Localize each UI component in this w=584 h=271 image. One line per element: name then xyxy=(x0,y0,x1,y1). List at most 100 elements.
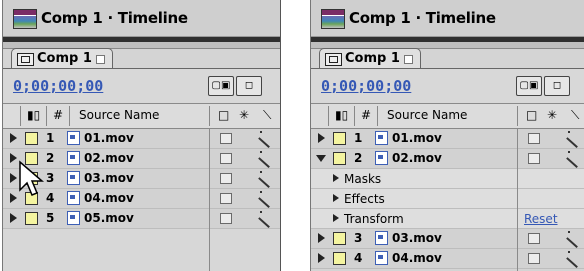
layer-name[interactable]: 02.mov xyxy=(392,151,442,165)
quality-switch-header-icon[interactable]: ⟍ xyxy=(571,108,579,123)
timeline-window-right: Comp 1 · Timeline Comp 1 0;00;00;00 ▢▣ ◻… xyxy=(310,0,584,271)
label-color-swatch[interactable] xyxy=(333,152,346,165)
comp-flowchart-icon[interactable]: ▢▣ xyxy=(208,76,234,96)
layer-number: 1 xyxy=(354,131,363,145)
time-bar: 0;00;00;00 ▢▣ ◻ xyxy=(311,69,584,104)
title-bar[interactable]: Comp 1 · Timeline xyxy=(3,0,280,37)
shy-switch-icon[interactable] xyxy=(220,173,232,184)
layer-row[interactable]: 4 04.mov xyxy=(311,249,584,269)
property-group-effects[interactable]: Effects xyxy=(311,189,584,209)
timeline-window-icon xyxy=(13,9,37,29)
layer-number: 2 xyxy=(354,151,363,165)
expand-triangle-icon[interactable] xyxy=(318,253,325,263)
movie-file-icon xyxy=(375,251,388,265)
shy-switch-header-icon[interactable]: □ xyxy=(218,108,229,122)
property-group-masks[interactable]: Masks xyxy=(311,169,584,189)
layer-name[interactable]: 03.mov xyxy=(392,231,442,245)
property-group-label: Transform xyxy=(344,212,404,226)
shy-switch-icon[interactable] xyxy=(528,233,540,244)
movie-file-icon xyxy=(67,191,80,205)
label-color-swatch[interactable] xyxy=(25,132,38,145)
label-color-swatch[interactable] xyxy=(25,212,38,225)
quality-switch-icon[interactable] xyxy=(567,231,579,245)
current-time-display[interactable]: 0;00;00;00 xyxy=(13,77,103,95)
shy-switch-icon[interactable] xyxy=(220,153,232,164)
layer-row[interactable]: 5 05.mov xyxy=(3,209,280,229)
movie-file-icon xyxy=(375,151,388,165)
shy-switch-icon[interactable] xyxy=(528,153,540,164)
layer-name[interactable]: 01.mov xyxy=(392,131,442,145)
layer-name[interactable]: 03.mov xyxy=(84,171,134,185)
quality-switch-icon[interactable] xyxy=(567,251,579,265)
collapse-switch-header-icon[interactable]: ✳ xyxy=(239,108,249,122)
expand-triangle-icon[interactable] xyxy=(333,214,339,222)
layer-name[interactable]: 02.mov xyxy=(84,151,134,165)
expand-triangle-icon[interactable] xyxy=(10,213,17,223)
collapse-switch-header-icon[interactable]: ✳ xyxy=(547,108,557,122)
layer-number: 4 xyxy=(354,251,363,265)
label-color-swatch[interactable] xyxy=(333,232,346,245)
shy-switch-icon[interactable] xyxy=(528,133,540,144)
column-divider xyxy=(209,128,210,271)
label-column-icon[interactable]: ▮▯ xyxy=(335,108,348,122)
expand-triangle-icon[interactable] xyxy=(318,233,325,243)
layer-row[interactable]: 1 01.mov xyxy=(311,129,584,149)
property-group-transform[interactable]: Transform Reset xyxy=(311,209,584,229)
quality-switch-icon[interactable] xyxy=(259,131,271,145)
movie-file-icon xyxy=(67,131,80,145)
label-color-swatch[interactable] xyxy=(333,252,346,265)
tab-close-icon[interactable] xyxy=(404,55,413,64)
number-column-header[interactable]: # xyxy=(361,108,371,122)
motion-blur-icon[interactable]: ◻ xyxy=(236,76,262,96)
motion-blur-icon[interactable]: ◻ xyxy=(544,76,570,96)
composition-icon xyxy=(325,53,342,66)
layer-name[interactable]: 04.mov xyxy=(84,191,134,205)
number-column-header[interactable]: # xyxy=(53,108,63,122)
column-header-row: ▮▯ # Source Name □ ✳ ⟍ xyxy=(3,104,280,129)
time-bar: 0;00;00;00 ▢▣ ◻ xyxy=(3,69,280,104)
shy-switch-icon[interactable] xyxy=(528,253,540,264)
collapse-triangle-icon[interactable] xyxy=(316,155,326,162)
expand-triangle-icon[interactable] xyxy=(318,133,325,143)
property-group-label: Masks xyxy=(344,172,382,186)
tab-comp-1[interactable]: Comp 1 xyxy=(11,48,113,69)
tab-label: Comp 1 xyxy=(37,51,92,66)
layer-row[interactable]: 3 03.mov xyxy=(311,229,584,249)
layer-name[interactable]: 05.mov xyxy=(84,211,134,225)
quality-switch-header-icon[interactable]: ⟍ xyxy=(263,108,271,123)
layer-name[interactable]: 01.mov xyxy=(84,131,134,145)
empty-layer-area[interactable] xyxy=(3,229,280,271)
quality-switch-icon[interactable] xyxy=(259,151,271,165)
quality-switch-icon[interactable] xyxy=(259,191,271,205)
reset-link[interactable]: Reset xyxy=(524,212,558,226)
source-name-column-header[interactable]: Source Name xyxy=(387,108,467,122)
expand-triangle-icon[interactable] xyxy=(10,133,17,143)
title-bar[interactable]: Comp 1 · Timeline xyxy=(311,0,584,37)
timeline-window-left: Comp 1 · Timeline Comp 1 0;00;00;00 ▢▣ ◻… xyxy=(2,0,281,271)
expand-triangle-icon[interactable] xyxy=(333,174,339,182)
layer-row[interactable]: 1 01.mov xyxy=(3,129,280,149)
shy-switch-icon[interactable] xyxy=(220,193,232,204)
tab-close-icon[interactable] xyxy=(96,55,105,64)
movie-file-icon xyxy=(67,171,80,185)
label-color-swatch[interactable] xyxy=(333,132,346,145)
expand-triangle-icon[interactable] xyxy=(10,193,17,203)
column-header-row: ▮▯ # Source Name □ ✳ ⟍ xyxy=(311,104,584,129)
quality-switch-icon[interactable] xyxy=(259,171,271,185)
layer-row-expanded[interactable]: 2 02.mov xyxy=(311,149,584,169)
expand-triangle-icon[interactable] xyxy=(10,173,17,183)
shy-switch-icon[interactable] xyxy=(220,133,232,144)
source-name-column-header[interactable]: Source Name xyxy=(79,108,159,122)
expand-triangle-icon[interactable] xyxy=(333,194,339,202)
quality-switch-icon[interactable] xyxy=(567,131,579,145)
comp-flowchart-icon[interactable]: ▢▣ xyxy=(516,76,542,96)
shy-switch-icon[interactable] xyxy=(220,213,232,224)
layer-name[interactable]: 04.mov xyxy=(392,251,442,265)
label-column-icon[interactable]: ▮▯ xyxy=(27,108,40,122)
shy-switch-header-icon[interactable]: □ xyxy=(526,108,537,122)
quality-switch-icon[interactable] xyxy=(567,151,579,165)
tab-comp-1[interactable]: Comp 1 xyxy=(319,48,421,69)
expand-triangle-icon[interactable] xyxy=(10,153,17,163)
quality-switch-icon[interactable] xyxy=(259,211,271,225)
current-time-display[interactable]: 0;00;00;00 xyxy=(321,77,411,95)
